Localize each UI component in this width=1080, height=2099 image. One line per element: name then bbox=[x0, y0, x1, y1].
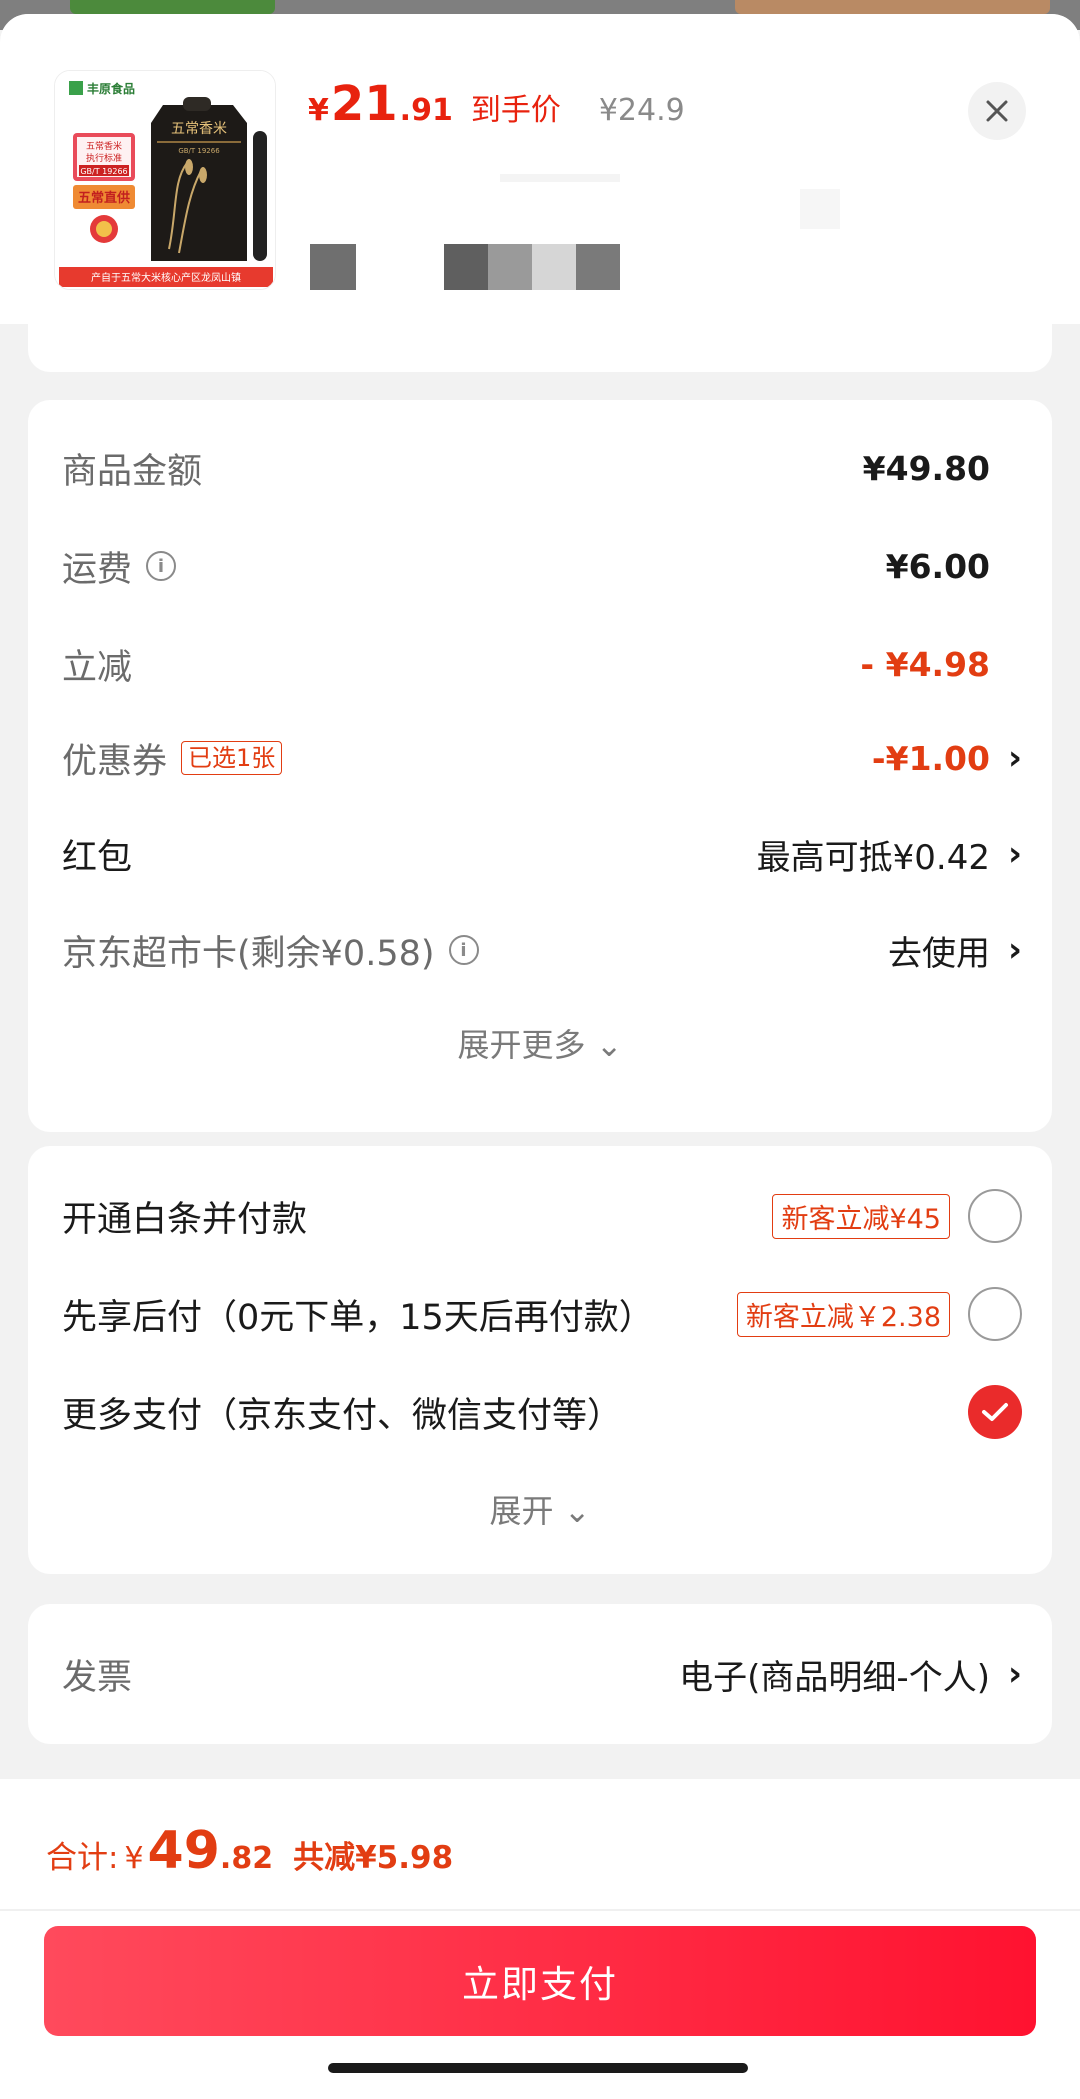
final-price-label: 到手价 bbox=[470, 93, 561, 128]
invoice-row: 发票 电子(商品明细-个人) › bbox=[62, 1644, 1022, 1704]
fee-row-red-packet[interactable]: 红包 最高可抵¥0.42 › bbox=[62, 824, 1022, 884]
pay-now-button[interactable]: 立即支付 bbox=[44, 1926, 1036, 2036]
coupon-badge: 已选1张 bbox=[181, 740, 283, 776]
price-decimal: .91 bbox=[399, 93, 453, 128]
fee-label: 商品金额 bbox=[62, 451, 203, 492]
header-card-bottom bbox=[28, 324, 1052, 372]
total-integer: 49 bbox=[147, 1821, 220, 1881]
expand-payment-label: 展开 bbox=[489, 1492, 554, 1530]
chevron-right-icon: › bbox=[1007, 738, 1022, 778]
expand-more-label: 展开更多 bbox=[457, 1026, 586, 1064]
redacted-spec-a bbox=[310, 244, 356, 290]
payment-option-baitiao[interactable]: 开通白条并付款 新客立减¥45 bbox=[62, 1186, 1022, 1246]
checkout-footer: 合计: ¥ 49 .82 共减¥5.98 立即支付 bbox=[0, 1779, 1080, 2099]
redacted-block bbox=[800, 189, 840, 229]
total-decimal: .82 bbox=[219, 1841, 274, 1876]
product-header: 丰原食品 五常香米 执行标准 GB/T 19266 五常直供 五常香米 GB/T… bbox=[0, 14, 1080, 324]
fee-value: - ¥4.98 bbox=[860, 644, 990, 684]
total-currency: ¥ bbox=[124, 1841, 144, 1876]
fee-label: 优惠券 bbox=[62, 741, 168, 782]
radio-button[interactable] bbox=[968, 1287, 1022, 1341]
fee-row-coupon[interactable]: 优惠券 已选1张 -¥1.00 › bbox=[62, 728, 1022, 788]
fee-value: 去使用 bbox=[887, 933, 990, 974]
package-standard-text: GB/T 19266 bbox=[178, 147, 220, 155]
fee-row-shipping: 运费 i ¥6.00 bbox=[62, 536, 1022, 596]
fee-row-supermarket-card[interactable]: 京东超市卡(剩余¥0.58) i 去使用 › bbox=[62, 920, 1022, 980]
payment-option-pay-later[interactable]: 先享后付（0元下单，15天后再付款） 新客立减￥2.38 bbox=[62, 1284, 1022, 1344]
fee-value: ¥6.00 bbox=[885, 546, 990, 586]
chevron-down-icon: ⌄ bbox=[595, 1026, 623, 1064]
invoice-card[interactable]: 发票 电子(商品明细-个人) › bbox=[28, 1604, 1052, 1744]
payment-method-card: 开通白条并付款 新客立减¥45 先享后付（0元下单，15天后再付款） 新客立减￥… bbox=[28, 1146, 1052, 1574]
close-button[interactable] bbox=[968, 82, 1026, 140]
background-banner-right bbox=[735, 0, 1050, 14]
payment-option-label: 先享后付（0元下单，15天后再付款） bbox=[62, 1297, 654, 1338]
brand-text: 丰原食品 bbox=[87, 81, 135, 96]
redacted-spec-b bbox=[444, 244, 620, 290]
direct-supply-text: 五常直供 bbox=[78, 190, 130, 206]
payment-option-label: 开通白条并付款 bbox=[62, 1199, 308, 1240]
fee-label: 京东超市卡(剩余¥0.58) bbox=[62, 933, 435, 974]
payment-option-more[interactable]: 更多支付（京东支付、微信支付等） bbox=[62, 1382, 1022, 1442]
original-price: ¥24.9 bbox=[598, 93, 685, 128]
fee-row-subtotal: 商品金额 ¥49.80 bbox=[62, 438, 1022, 498]
checkout-sheet: 丰原食品 五常香米 执行标准 GB/T 19266 五常直供 五常香米 GB/T… bbox=[0, 14, 1080, 2099]
info-icon[interactable]: i bbox=[146, 551, 177, 581]
invoice-label: 发票 bbox=[62, 1657, 133, 1698]
rice-name-text: 五常香米 bbox=[171, 121, 227, 137]
close-icon bbox=[986, 100, 1008, 122]
radio-button[interactable] bbox=[968, 1189, 1022, 1243]
origin-text: 产自于五常大米核心产区龙凤山镇 bbox=[91, 271, 241, 284]
chevron-right-icon: › bbox=[1007, 930, 1022, 970]
promo-badge: 新客立减¥45 bbox=[772, 1193, 950, 1239]
fee-value: -¥1.00 bbox=[871, 738, 990, 778]
expand-more-button[interactable]: 展开更多 ⌄ bbox=[28, 1020, 1052, 1066]
price-row: ¥ 21 .91 到手价 ¥24.9 bbox=[308, 76, 685, 136]
chevron-down-icon: ⌄ bbox=[563, 1492, 591, 1530]
fee-row-instant-discount: 立减 - ¥4.98 bbox=[62, 634, 1022, 694]
fee-value: 最高可抵¥0.42 bbox=[756, 837, 990, 878]
fee-label: 立减 bbox=[62, 647, 133, 688]
fee-label: 运费 bbox=[62, 549, 133, 590]
promo-badge: 新客立减￥2.38 bbox=[736, 1291, 950, 1337]
info-icon[interactable]: i bbox=[448, 935, 479, 965]
payment-option-label: 更多支付（京东支付、微信支付等） bbox=[62, 1395, 623, 1436]
home-indicator[interactable] bbox=[328, 2063, 748, 2073]
check-icon bbox=[982, 1403, 1008, 1421]
redacted-title bbox=[500, 174, 620, 182]
fee-value: ¥49.80 bbox=[862, 448, 990, 488]
fee-summary-card: 商品金额 ¥49.80 运费 i ¥6.00 立减 - ¥4.98 优惠券 已选… bbox=[28, 400, 1052, 1132]
price-currency: ¥ bbox=[308, 93, 329, 128]
invoice-value: 电子(商品明细-个人) bbox=[679, 1657, 990, 1698]
chevron-right-icon: › bbox=[1007, 834, 1022, 874]
label-line-3: GB/T 19266 bbox=[80, 167, 127, 176]
total-savings: 共减¥5.98 bbox=[293, 1840, 454, 1876]
label-line-1: 五常香米 bbox=[86, 140, 122, 152]
rice-package-image: 丰原食品 五常香米 执行标准 GB/T 19266 五常直供 五常香米 GB/T… bbox=[55, 71, 275, 289]
product-thumbnail[interactable]: 丰原食品 五常香米 执行标准 GB/T 19266 五常直供 五常香米 GB/T… bbox=[54, 70, 276, 290]
price-integer: 21 bbox=[330, 76, 398, 132]
total-amount: 合计: ¥ 49 .82 共减¥5.98 bbox=[46, 1821, 453, 1881]
label-line-2: 执行标准 bbox=[86, 152, 122, 164]
total-label: 合计: bbox=[46, 1840, 119, 1876]
chevron-right-icon: › bbox=[1007, 1654, 1022, 1694]
divider bbox=[0, 1909, 1080, 1911]
radio-button-selected[interactable] bbox=[968, 1385, 1022, 1439]
expand-payment-button[interactable]: 展开 ⌄ bbox=[28, 1486, 1052, 1532]
background-banner-left bbox=[70, 0, 275, 14]
fee-label: 红包 bbox=[62, 837, 133, 878]
